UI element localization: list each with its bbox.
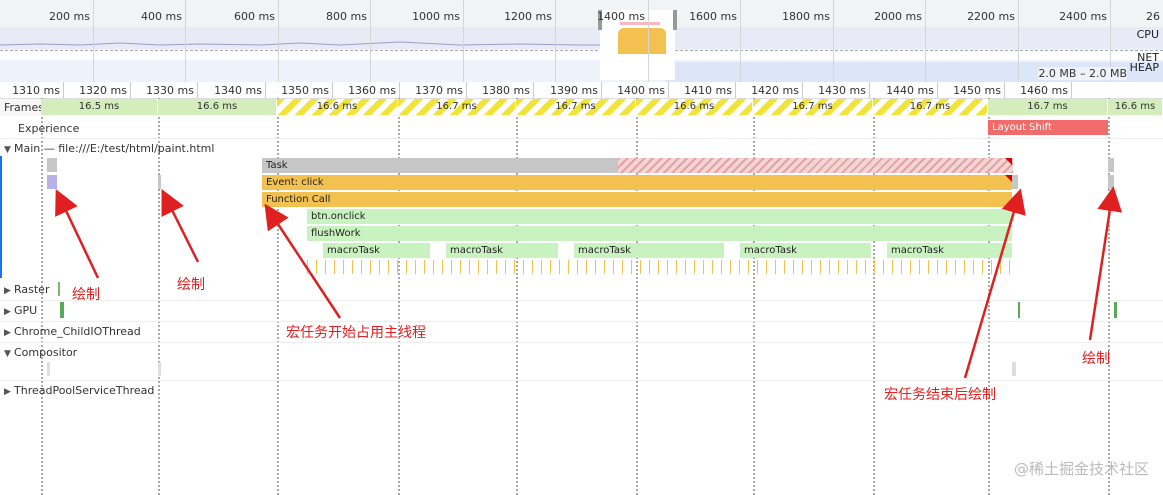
annotation-paint-3: 绘制 — [1082, 351, 1110, 367]
watermark: @稀土掘金技术社区 — [1013, 460, 1149, 478]
annotation-paint-1: 绘制 — [72, 287, 100, 303]
annotation-macro-start: 宏任务开始占用主线程 — [286, 325, 426, 341]
annotation-paint-2: 绘制 — [177, 277, 205, 293]
annotation-macro-end: 宏任务结束后绘制 — [884, 387, 996, 403]
annotation-arrows — [55, 186, 1123, 379]
